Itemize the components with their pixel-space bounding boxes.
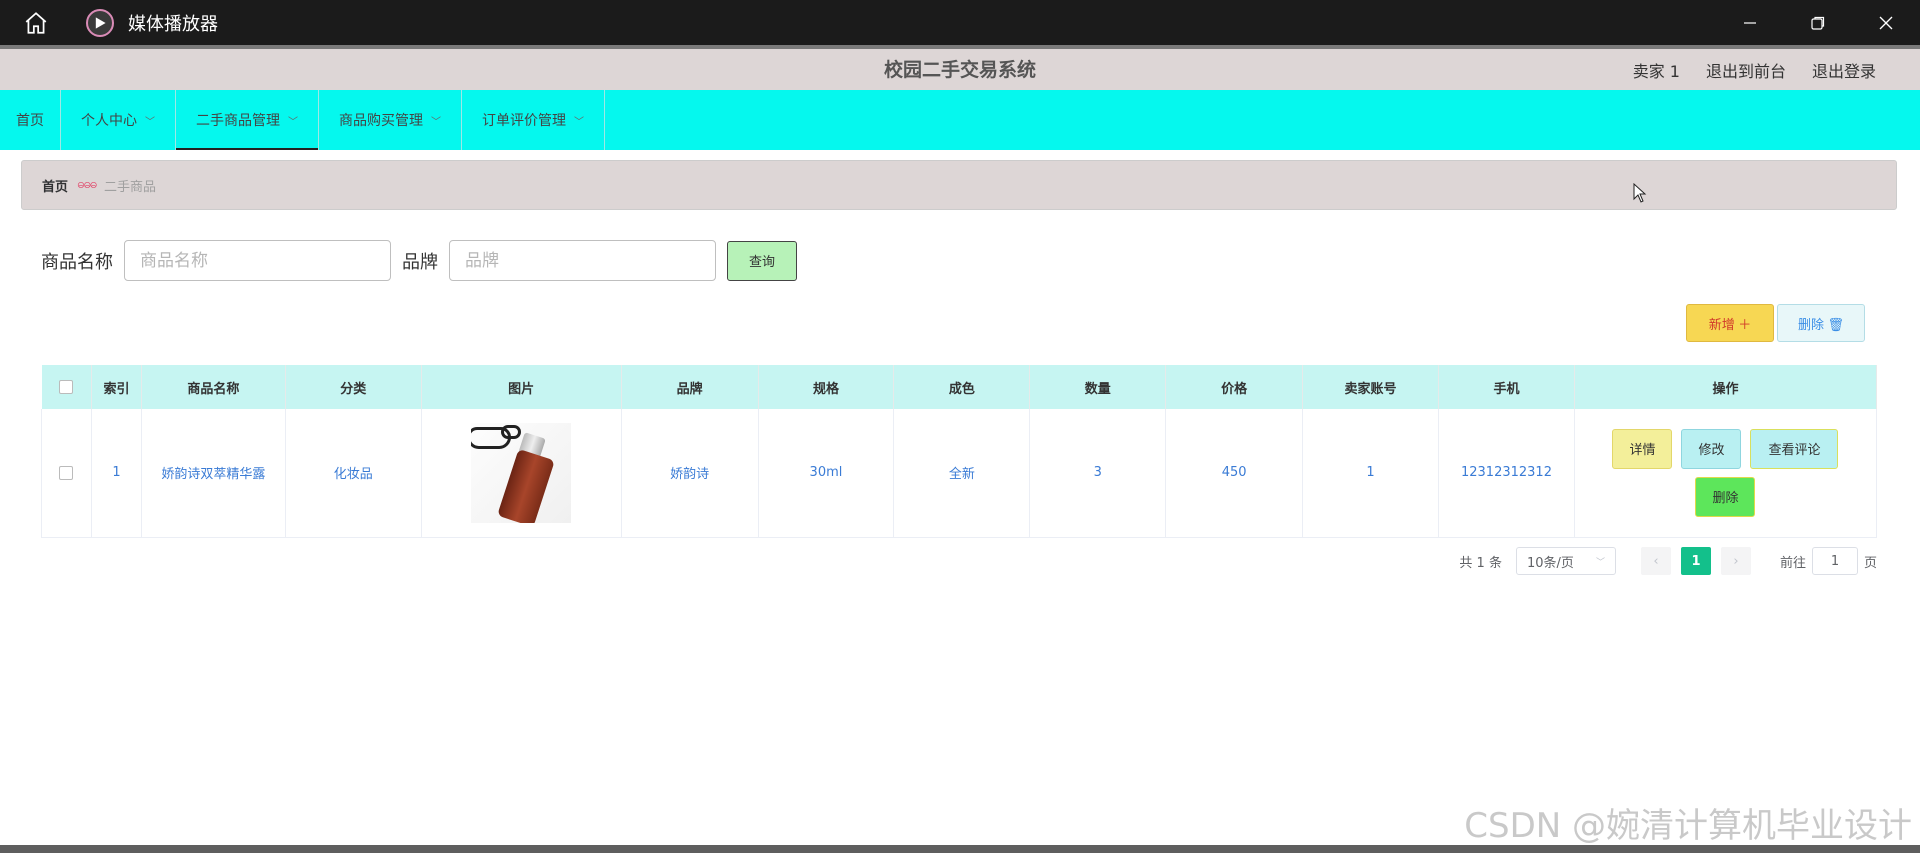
product-name-input[interactable]	[124, 240, 391, 281]
breadcrumb-separator: ဓဓဓ	[77, 176, 97, 192]
page-size-select[interactable]: 10条/页 ﹀	[1515, 547, 1616, 575]
column-header[interactable]: 分类	[285, 365, 422, 409]
pagination-total: 共 1 条	[1459, 555, 1502, 571]
row-actions: 详情 修改 查看评论 删除	[1610, 428, 1840, 517]
nav-item-home[interactable]: 首页	[0, 90, 61, 150]
chevron-down-icon: ﹀	[288, 116, 298, 128]
cell-operations: 详情 修改 查看评论 删除	[1574, 409, 1878, 538]
back-to-front-link[interactable]: 退出到前台	[1706, 58, 1786, 82]
next-page-button[interactable]: ›	[1720, 547, 1751, 575]
nav-item-personal-center[interactable]: 个人中心 ﹀	[61, 90, 176, 150]
breadcrumb: 首页 ဓဓဓ 二手商品	[21, 160, 1897, 210]
chevron-down-icon: ﹀	[145, 116, 155, 128]
cell-category: 化妆品	[285, 409, 422, 538]
breadcrumb-home[interactable]: 首页	[42, 176, 68, 195]
goto-prefix: 前往	[1779, 555, 1806, 571]
cell-spec: 30ml	[758, 409, 895, 538]
pagination: 共 1 条 10条/页 ﹀ ‹ 1 › 前往 页	[1459, 547, 1877, 575]
page-jump: 前往 页	[1780, 547, 1877, 575]
column-header[interactable]: 商品名称	[141, 365, 286, 409]
goto-page-input[interactable]	[1811, 547, 1858, 575]
table-header-row: 索引 商品名称 分类 图片 品牌 规格 成色 数量 价格 卖家账号 手机 操作	[41, 365, 1878, 409]
media-player-icon	[86, 8, 114, 37]
nav-item-review-management[interactable]: 订单评价管理 ﹀	[462, 90, 605, 150]
product-image	[471, 422, 572, 523]
cell-brand: 娇韵诗	[621, 409, 759, 538]
nav-item-label: 二手商品管理	[196, 113, 280, 129]
column-header[interactable]: 卖家账号	[1302, 365, 1439, 409]
header-user-menu: 卖家 1 退出到前台 退出登录	[1633, 58, 1876, 82]
logout-link[interactable]: 退出登录	[1812, 58, 1876, 82]
chevron-left-icon: ‹	[1653, 553, 1659, 569]
select-all-checkbox[interactable]	[59, 380, 74, 394]
restore-icon[interactable]	[1784, 0, 1852, 45]
row-delete-button[interactable]: 删除	[1695, 476, 1756, 517]
column-header[interactable]: 规格	[758, 365, 895, 409]
column-header: 操作	[1574, 365, 1878, 409]
brand-input[interactable]	[449, 240, 716, 281]
table-row: 1 娇韵诗双萃精华露 化妆品 娇韵诗 30ml 全新 3 450 1 12312…	[41, 409, 1878, 538]
chevron-down-icon: ﹀	[431, 116, 441, 128]
search-form: 商品名称 品牌 查询	[41, 240, 797, 281]
nav-item-label: 商品购买管理	[339, 113, 423, 129]
query-button[interactable]: 查询	[727, 240, 797, 281]
prev-page-button[interactable]: ‹	[1640, 547, 1671, 575]
window-title: 媒体播放器	[128, 13, 218, 35]
cell-image	[421, 409, 622, 538]
app-header: 校园二手交易系统 卖家 1 退出到前台 退出登录	[0, 45, 1920, 90]
cell-phone: 12312312312	[1438, 409, 1575, 538]
breadcrumb-current: 二手商品	[103, 179, 156, 195]
product-name-label: 商品名称	[41, 251, 113, 273]
window-controls	[1716, 0, 1920, 45]
chevron-down-icon: ﹀	[574, 116, 584, 128]
chevron-down-icon: ﹀	[1595, 557, 1605, 568]
cell-name: 娇韵诗双萃精华露	[141, 409, 286, 538]
cell-price: 450	[1165, 409, 1304, 538]
page-size-value: 10条/页	[1526, 555, 1574, 571]
column-header[interactable]: 索引	[91, 365, 142, 409]
row-select-cell	[41, 409, 92, 538]
select-all-cell	[41, 365, 92, 409]
view-reviews-button[interactable]: 查看评论	[1750, 428, 1839, 469]
brand-label: 品牌	[402, 251, 438, 273]
column-header[interactable]: 数量	[1029, 365, 1167, 409]
main-nav: 首页 个人中心 ﹀ 二手商品管理 ﹀ 商品购买管理 ﹀ 订单评价管理 ﹀	[0, 90, 1920, 150]
page-number-current[interactable]: 1	[1680, 547, 1711, 575]
home-icon[interactable]	[19, 6, 53, 40]
current-user[interactable]: 卖家 1	[1633, 58, 1680, 82]
nav-item-label: 订单评价管理	[482, 113, 566, 129]
watermark: CSDN @婉清计算机毕业设计	[1464, 806, 1912, 846]
goods-table: 索引 商品名称 分类 图片 品牌 规格 成色 数量 价格 卖家账号 手机 操作 …	[41, 365, 1878, 538]
add-button[interactable]: 新增 ＋	[1686, 304, 1774, 342]
cell-quantity: 3	[1029, 409, 1167, 538]
cell-condition: 全新	[893, 409, 1031, 538]
cell-index: 1	[91, 409, 142, 538]
goto-suffix: 页	[1863, 555, 1877, 571]
window-titlebar: 媒体播放器	[0, 0, 1920, 45]
row-checkbox[interactable]	[59, 465, 74, 480]
nav-item-goods-management[interactable]: 二手商品管理 ﹀	[176, 90, 319, 150]
detail-button[interactable]: 详情	[1612, 428, 1673, 469]
column-header[interactable]: 成色	[893, 365, 1031, 409]
column-header[interactable]: 价格	[1165, 365, 1304, 409]
close-icon[interactable]	[1852, 0, 1920, 45]
content-panel: 商品名称 品牌 查询 新增 ＋ 删除 🗑 索引 商品名称 分类 图片 品牌 规格…	[21, 220, 1897, 597]
nav-item-label: 首页	[16, 113, 44, 129]
column-header[interactable]: 手机	[1438, 365, 1575, 409]
mouse-cursor-icon	[1633, 182, 1647, 203]
edit-button[interactable]: 修改	[1681, 428, 1742, 469]
nav-item-purchase-management[interactable]: 商品购买管理 ﹀	[319, 90, 462, 150]
bottom-bar	[0, 845, 1920, 853]
nav-item-label: 个人中心	[81, 113, 137, 129]
chevron-right-icon: ›	[1733, 553, 1739, 569]
batch-delete-button[interactable]: 删除 🗑	[1777, 304, 1865, 342]
column-header[interactable]: 图片	[421, 365, 622, 409]
minimize-icon[interactable]	[1716, 0, 1784, 45]
column-header[interactable]: 品牌	[621, 365, 759, 409]
cell-seller: 1	[1302, 409, 1439, 538]
